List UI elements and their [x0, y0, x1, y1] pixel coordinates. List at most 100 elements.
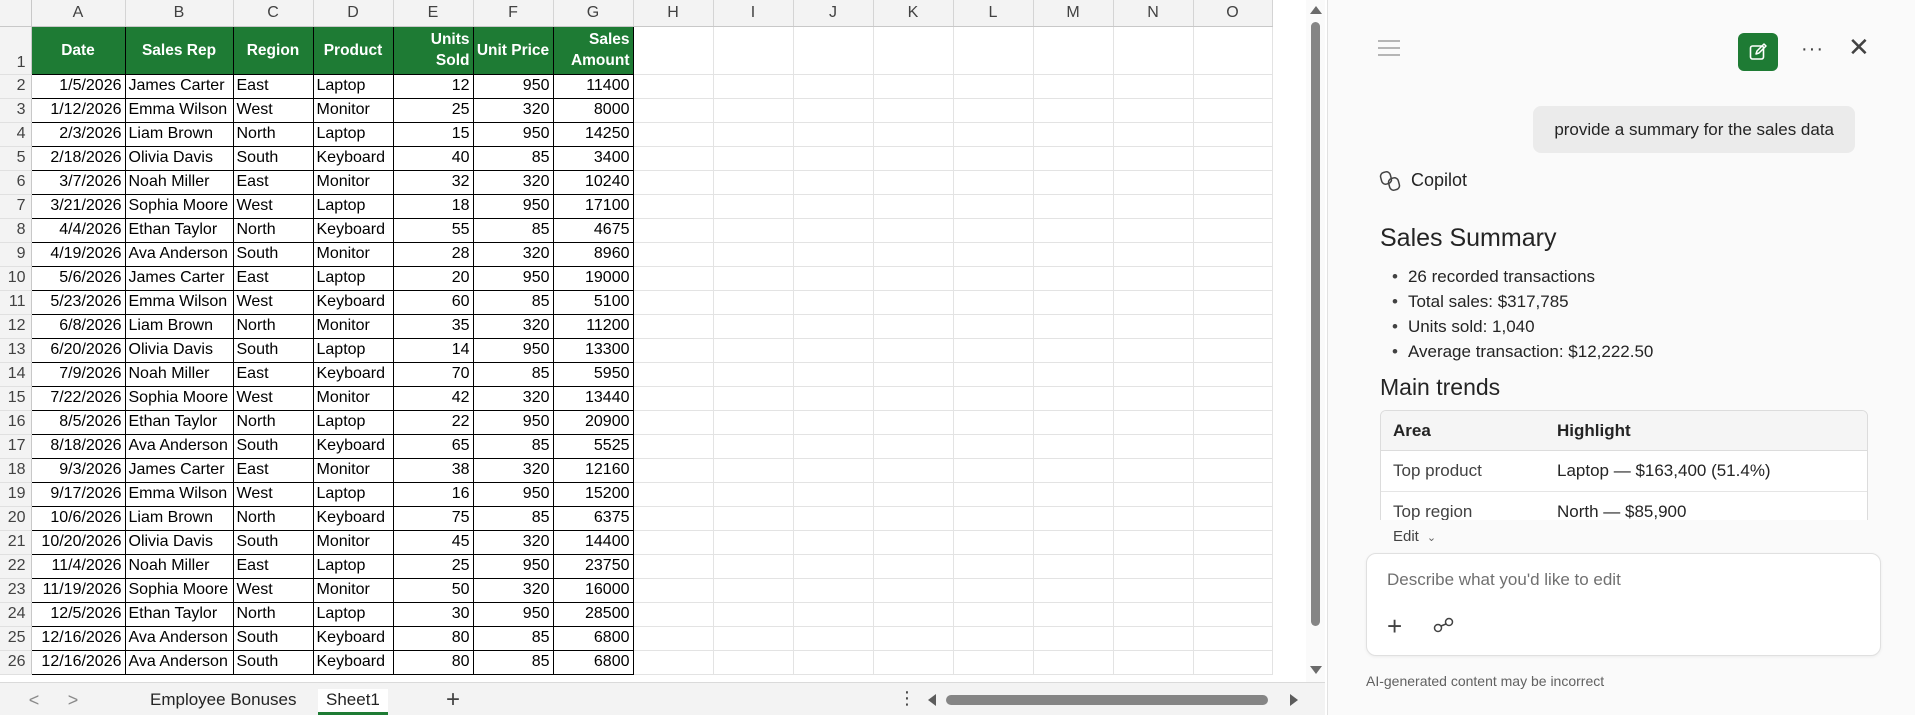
- empty-cell[interactable]: [873, 338, 954, 363]
- data-cell[interactable]: 11/4/2026: [30, 553, 126, 579]
- row-header[interactable]: 10: [0, 266, 32, 291]
- data-cell[interactable]: 1/12/2026: [30, 97, 126, 123]
- empty-cell[interactable]: [713, 554, 794, 579]
- scroll-left-icon[interactable]: [928, 694, 936, 706]
- data-cell[interactable]: 3/21/2026: [30, 193, 126, 219]
- empty-cell[interactable]: [1033, 362, 1114, 387]
- data-cell[interactable]: 80: [392, 625, 474, 651]
- empty-cell[interactable]: [953, 482, 1034, 507]
- data-cell[interactable]: Monitor: [312, 577, 394, 603]
- empty-cell[interactable]: [1193, 218, 1273, 243]
- data-cell[interactable]: Keyboard: [312, 625, 394, 651]
- empty-cell[interactable]: [793, 74, 874, 99]
- data-cell[interactable]: 25: [392, 553, 474, 579]
- row-header[interactable]: 14: [0, 362, 32, 387]
- empty-cell[interactable]: [793, 26, 874, 75]
- data-cell[interactable]: Ethan Taylor: [124, 409, 234, 435]
- empty-cell[interactable]: [713, 650, 794, 675]
- empty-cell[interactable]: [873, 362, 954, 387]
- row-header[interactable]: 19: [0, 482, 32, 507]
- empty-cell[interactable]: [793, 314, 874, 339]
- empty-cell[interactable]: [713, 218, 794, 243]
- empty-cell[interactable]: [953, 626, 1034, 651]
- sheet-options-icon[interactable]: ⋮: [898, 688, 916, 709]
- data-cell[interactable]: 12: [392, 73, 474, 99]
- empty-cell[interactable]: [713, 98, 794, 123]
- data-cell[interactable]: Keyboard: [312, 649, 394, 675]
- empty-cell[interactable]: [633, 242, 714, 267]
- empty-cell[interactable]: [1113, 338, 1194, 363]
- data-cell[interactable]: 950: [472, 553, 554, 579]
- empty-cell[interactable]: [953, 458, 1034, 483]
- data-cell[interactable]: Emma Wilson: [124, 97, 234, 123]
- empty-cell[interactable]: [1193, 626, 1273, 651]
- empty-cell[interactable]: [793, 242, 874, 267]
- data-cell[interactable]: 22: [392, 409, 474, 435]
- empty-cell[interactable]: [1033, 530, 1114, 555]
- data-cell[interactable]: Laptop: [312, 409, 394, 435]
- empty-cell[interactable]: [633, 314, 714, 339]
- empty-cell[interactable]: [1033, 218, 1114, 243]
- prompt-input[interactable]: [1387, 570, 1857, 590]
- empty-cell[interactable]: [633, 338, 714, 363]
- empty-cell[interactable]: [713, 602, 794, 627]
- empty-cell[interactable]: [953, 242, 1034, 267]
- data-cell[interactable]: Keyboard: [312, 289, 394, 315]
- data-cell[interactable]: Laptop: [312, 553, 394, 579]
- scroll-right-icon[interactable]: [1290, 694, 1298, 706]
- empty-cell[interactable]: [873, 122, 954, 147]
- row-header[interactable]: 26: [0, 650, 32, 675]
- data-cell[interactable]: 8000: [552, 97, 634, 123]
- data-cell[interactable]: 35: [392, 313, 474, 339]
- data-cell[interactable]: 7/9/2026: [30, 361, 126, 387]
- data-cell[interactable]: 85: [472, 217, 554, 243]
- data-cell[interactable]: South: [232, 241, 314, 267]
- empty-cell[interactable]: [1033, 26, 1114, 75]
- empty-cell[interactable]: [1033, 602, 1114, 627]
- empty-cell[interactable]: [873, 290, 954, 315]
- empty-cell[interactable]: [1113, 386, 1194, 411]
- data-cell[interactable]: 5100: [552, 289, 634, 315]
- empty-cell[interactable]: [633, 146, 714, 171]
- prompt-suggestions-icon[interactable]: [1433, 616, 1455, 634]
- data-cell[interactable]: 25: [392, 97, 474, 123]
- data-cell[interactable]: 14250: [552, 121, 634, 147]
- data-cell[interactable]: 11400: [552, 73, 634, 99]
- empty-cell[interactable]: [1033, 194, 1114, 219]
- data-cell[interactable]: Olivia Davis: [124, 337, 234, 363]
- data-cell[interactable]: East: [232, 265, 314, 291]
- data-cell[interactable]: East: [232, 361, 314, 387]
- empty-cell[interactable]: [713, 122, 794, 147]
- empty-cell[interactable]: [793, 554, 874, 579]
- empty-cell[interactable]: [1113, 650, 1194, 675]
- empty-cell[interactable]: [953, 386, 1034, 411]
- vertical-scrollbar[interactable]: [1306, 0, 1325, 682]
- empty-cell[interactable]: [1033, 74, 1114, 99]
- data-cell[interactable]: 5525: [552, 433, 634, 459]
- empty-cell[interactable]: [713, 434, 794, 459]
- data-cell[interactable]: Monitor: [312, 97, 394, 123]
- data-cell[interactable]: James Carter: [124, 73, 234, 99]
- column-header[interactable]: O: [1193, 0, 1273, 27]
- empty-cell[interactable]: [1193, 410, 1273, 435]
- empty-cell[interactable]: [793, 458, 874, 483]
- row-header[interactable]: 2: [0, 74, 32, 99]
- data-cell[interactable]: 12160: [552, 457, 634, 483]
- data-cell[interactable]: South: [232, 145, 314, 171]
- empty-cell[interactable]: [713, 146, 794, 171]
- empty-cell[interactable]: [1113, 434, 1194, 459]
- empty-cell[interactable]: [953, 554, 1034, 579]
- empty-cell[interactable]: [1113, 218, 1194, 243]
- empty-cell[interactable]: [633, 506, 714, 531]
- data-cell[interactable]: Liam Brown: [124, 313, 234, 339]
- row-header[interactable]: 6: [0, 170, 32, 195]
- data-cell[interactable]: 28500: [552, 601, 634, 627]
- data-cell[interactable]: 2/18/2026: [30, 145, 126, 171]
- data-cell[interactable]: 4/19/2026: [30, 241, 126, 267]
- empty-cell[interactable]: [1033, 266, 1114, 291]
- empty-cell[interactable]: [1113, 242, 1194, 267]
- data-cell[interactable]: South: [232, 529, 314, 555]
- data-cell[interactable]: 8960: [552, 241, 634, 267]
- data-cell[interactable]: Ava Anderson: [124, 625, 234, 651]
- data-cell[interactable]: 13300: [552, 337, 634, 363]
